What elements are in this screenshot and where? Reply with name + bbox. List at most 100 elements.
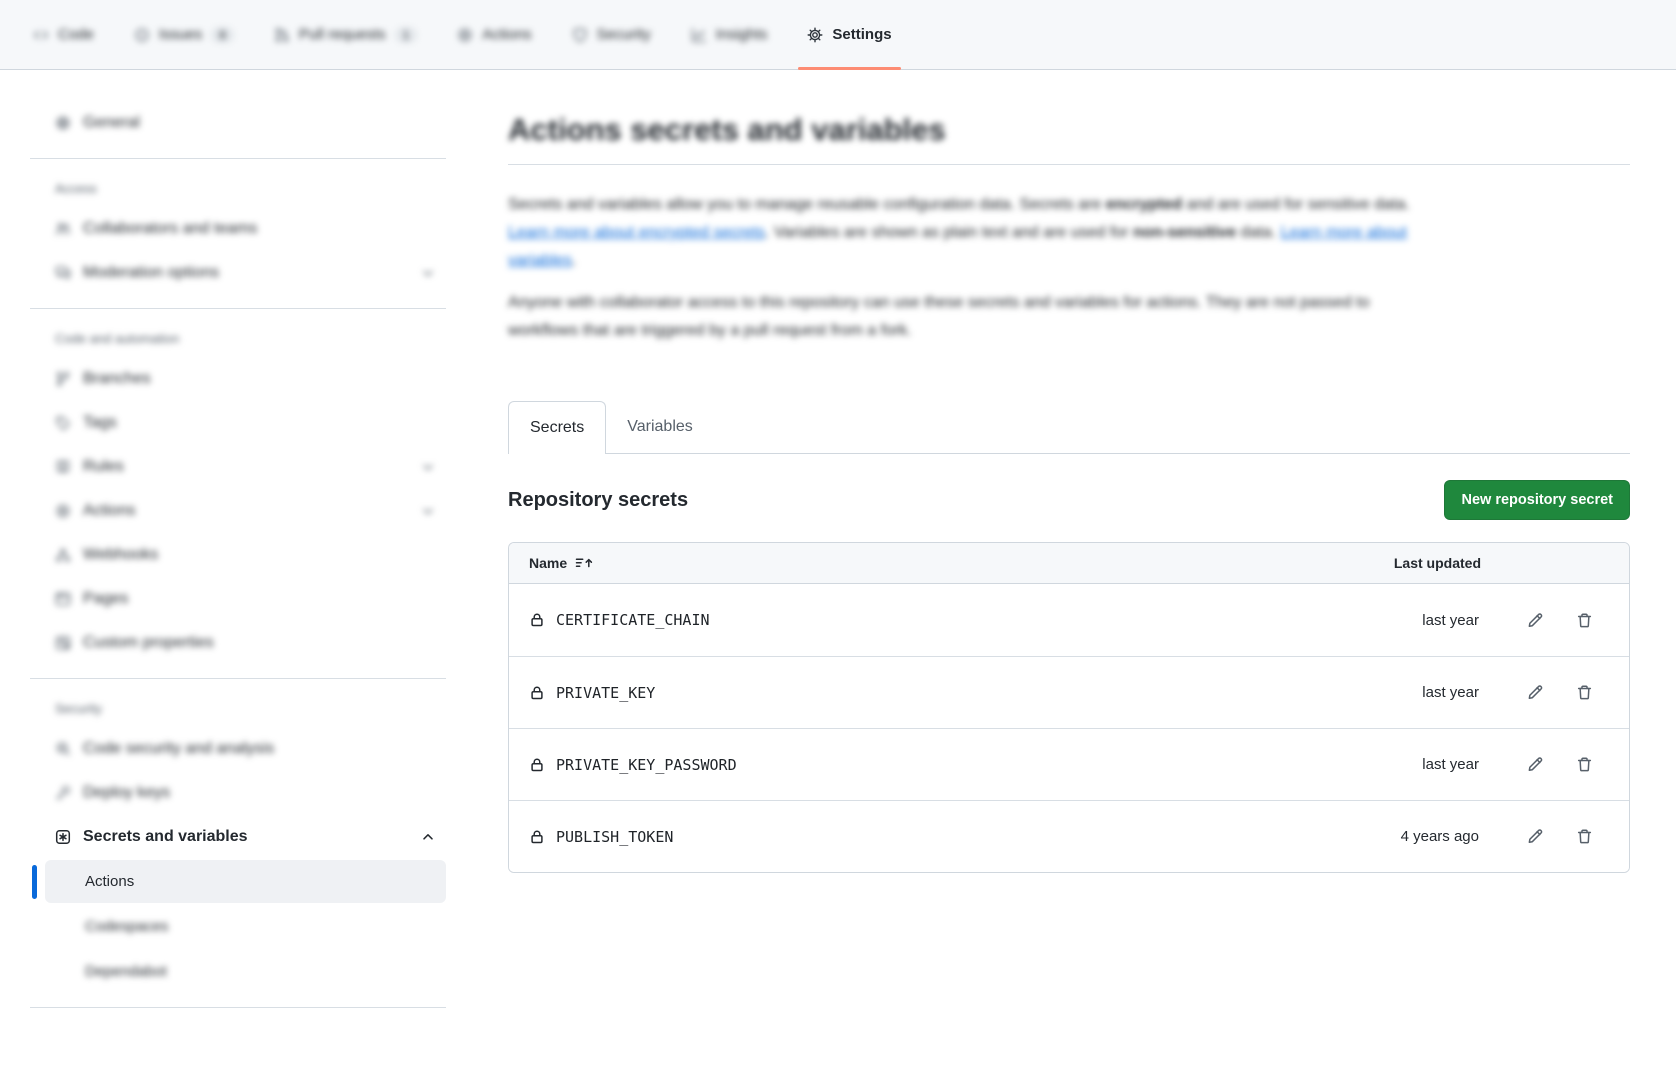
sidebar-item-custom-properties[interactable]: Custom properties	[45, 621, 446, 664]
secret-name: CERTIFICATE_CHAIN	[556, 611, 710, 629]
sidebar-subitem-label: Actions	[85, 873, 134, 890]
secrets-variables-tabnav: Secrets Variables	[508, 401, 1630, 454]
sidebar-item-tags[interactable]: Tags	[45, 401, 446, 444]
sort-ascending-icon	[575, 555, 594, 571]
sidebar-item-code-security[interactable]: Code security and analysis	[45, 727, 446, 770]
play-circle-icon	[457, 27, 473, 43]
sidebar-item-actions[interactable]: Actions	[45, 489, 446, 532]
sidebar-item-secrets-and-variables[interactable]: Secrets and variables	[45, 815, 446, 858]
pencil-icon	[1527, 828, 1544, 845]
intro-segment: .	[572, 252, 576, 269]
main-content: Actions secrets and variables Secrets an…	[460, 70, 1676, 1074]
tab-settings-label: Settings	[832, 26, 891, 43]
sidebar-divider	[30, 158, 446, 159]
tab-secrets[interactable]: Secrets	[508, 401, 606, 454]
tab-issues-label: Issues	[159, 26, 202, 43]
tab-variables[interactable]: Variables	[606, 401, 714, 453]
intro-paragraph-1: Secrets and variables allow you to manag…	[508, 191, 1438, 275]
delete-secret-button[interactable]	[1576, 756, 1593, 773]
sidebar-item-label: Code security and analysis	[83, 740, 274, 758]
secret-name: PUBLISH_TOKEN	[556, 828, 673, 846]
gear-icon	[55, 115, 71, 131]
sidebar-subitem-actions[interactable]: Actions	[45, 860, 446, 903]
lock-icon	[529, 757, 545, 773]
edit-secret-button[interactable]	[1527, 828, 1544, 845]
edit-secret-button[interactable]	[1527, 684, 1544, 701]
sidebar-item-label: Rules	[83, 458, 124, 476]
sidebar-item-label: Deploy keys	[83, 784, 170, 802]
link-encrypted-secrets[interactable]: Learn more about encrypted secrets	[508, 224, 765, 241]
edit-secret-button[interactable]	[1527, 612, 1544, 629]
sidebar-subitem-codespaces[interactable]: Codespaces	[45, 905, 446, 948]
delete-secret-button[interactable]	[1576, 684, 1593, 701]
sidebar-item-collaborators[interactable]: Collaborators and teams	[45, 207, 446, 250]
edit-secret-button[interactable]	[1527, 756, 1544, 773]
intro-bold-encrypted: encrypted	[1106, 196, 1182, 213]
sidebar-item-branches[interactable]: Branches	[45, 357, 446, 400]
delete-secret-button[interactable]	[1576, 828, 1593, 845]
sidebar-section-security: Security	[55, 701, 446, 717]
new-repository-secret-button[interactable]: New repository secret	[1444, 480, 1630, 520]
browser-icon	[55, 591, 71, 607]
codescan-icon	[55, 741, 71, 757]
tab-code[interactable]: Code	[18, 0, 109, 69]
intro-segment: data.	[1236, 224, 1280, 241]
secret-row: CERTIFICATE_CHAIN last year	[509, 584, 1629, 656]
lock-icon	[529, 829, 545, 845]
secret-name-cell: PUBLISH_TOKEN	[529, 828, 673, 846]
tab-pull-requests-label: Pull requests	[299, 26, 386, 43]
tab-security-label: Security	[597, 26, 651, 43]
name-column-header[interactable]: Name	[529, 555, 594, 571]
intro-paragraph-2: Anyone with collaborator access to this …	[508, 289, 1438, 345]
intro-segment: . Variables are shown as plain text and …	[765, 224, 1133, 241]
secret-name-cell: PRIVATE_KEY_PASSWORD	[529, 756, 737, 774]
settings-sidebar: General Access Collaborators and teams M…	[0, 70, 460, 1074]
tab-issues[interactable]: Issues 8	[119, 0, 249, 69]
pull-requests-count-badge: 1	[395, 27, 418, 43]
last-updated-column-header: Last updated	[1394, 555, 1481, 571]
repository-secrets-header: Repository secrets New repository secret	[508, 480, 1630, 520]
code-icon	[33, 27, 49, 43]
sidebar-item-label: Moderation options	[83, 264, 219, 282]
git-branch-icon	[55, 371, 71, 387]
trash-icon	[1576, 828, 1593, 845]
tab-actions[interactable]: Actions	[442, 0, 546, 69]
page-title: Actions secrets and variables	[508, 110, 1630, 165]
tab-insights-label: Insights	[716, 26, 768, 43]
intro-bold-non-sensitive: non-sensitive	[1133, 224, 1236, 241]
pencil-icon	[1527, 612, 1544, 629]
sidebar-item-webhooks[interactable]: Webhooks	[45, 533, 446, 576]
tab-insights[interactable]: Insights	[676, 0, 783, 69]
secret-updated: last year	[1422, 684, 1479, 701]
secrets-table-body: CERTIFICATE_CHAIN last year PRIVATE_KEY …	[509, 584, 1629, 872]
sidebar-item-moderation-options[interactable]: Moderation options	[45, 251, 446, 294]
sidebar-item-deploy-keys[interactable]: Deploy keys	[45, 771, 446, 814]
play-circle-icon	[55, 503, 71, 519]
sidebar-item-label: Pages	[83, 590, 128, 608]
tab-code-label: Code	[58, 26, 94, 43]
sidebar-item-label: Branches	[83, 370, 151, 388]
sidebar-divider	[30, 1007, 446, 1008]
tab-pull-requests[interactable]: Pull requests 1	[259, 0, 432, 69]
sidebar-item-general[interactable]: General	[45, 101, 446, 144]
gear-icon	[807, 27, 823, 43]
secret-row: PRIVATE_KEY_PASSWORD last year	[509, 728, 1629, 800]
sidebar-subitem-dependabot[interactable]: Dependabot	[45, 950, 446, 993]
chevron-down-icon	[420, 503, 436, 519]
sidebar-item-rules[interactable]: Rules	[45, 445, 446, 488]
tab-security[interactable]: Security	[557, 0, 666, 69]
delete-secret-button[interactable]	[1576, 612, 1593, 629]
sidebar-item-label: Collaborators and teams	[83, 220, 257, 238]
secret-asterisk-icon	[55, 829, 71, 845]
secret-name-cell: PRIVATE_KEY	[529, 684, 655, 702]
name-header-label: Name	[529, 555, 567, 571]
sidebar-item-pages[interactable]: Pages	[45, 577, 446, 620]
page-title-text: Actions secrets and variables	[508, 112, 946, 147]
secret-updated: last year	[1422, 756, 1479, 773]
trash-icon	[1576, 684, 1593, 701]
tab-settings[interactable]: Settings	[792, 0, 906, 69]
lock-icon	[529, 612, 545, 628]
sidebar-item-label: Tags	[83, 414, 117, 432]
sidebar-section-access: Access	[55, 181, 446, 197]
chevron-down-icon	[420, 265, 436, 281]
